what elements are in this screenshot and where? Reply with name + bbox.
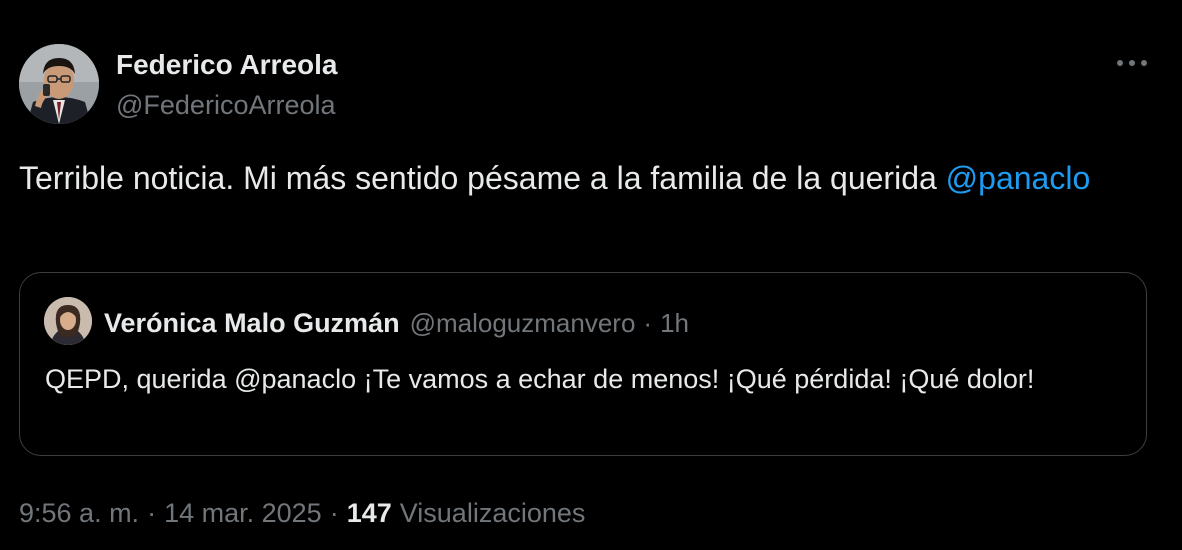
author-avatar[interactable] xyxy=(19,44,99,124)
meta-separator-2: · xyxy=(329,497,339,528)
quoted-author-avatar[interactable] xyxy=(44,297,92,345)
tweet-meta: 9:56 a. m. · 14 mar. 2025 · 147 Visualiz… xyxy=(19,495,585,531)
quoted-text: QEPD, querida @panaclo ¡Te vamos a echar… xyxy=(45,364,1035,394)
author-handle[interactable]: @FedericoArreola xyxy=(116,87,336,123)
quoted-header: Verónica Malo Guzmán @maloguzmanvero · 1… xyxy=(104,305,689,341)
tweet: Federico Arreola @FedericoArreola Terrib… xyxy=(0,0,1182,550)
meta-separator: · xyxy=(147,497,157,528)
quoted-author-handle[interactable]: @maloguzmanvero xyxy=(410,308,636,339)
quoted-timestamp[interactable]: 1h xyxy=(660,308,689,339)
tweet-date[interactable]: 14 mar. 2025 xyxy=(164,498,322,529)
tweet-mention-link[interactable]: @panaclo xyxy=(946,160,1091,196)
quoted-author-name[interactable]: Verónica Malo Guzmán xyxy=(104,308,400,339)
quoted-tweet[interactable]: Verónica Malo Guzmán @maloguzmanvero · 1… xyxy=(19,272,1147,456)
more-button[interactable] xyxy=(1110,48,1154,78)
tweet-text: Terrible noticia. Mi más sentido pésame … xyxy=(19,154,1149,202)
quoted-separator: · xyxy=(643,307,653,338)
more-horizontal-icon xyxy=(1117,60,1147,66)
views-count[interactable]: 147 xyxy=(347,498,392,529)
author-avatar-image xyxy=(19,44,99,124)
quoted-author-avatar-image xyxy=(44,297,92,345)
author-name[interactable]: Federico Arreola xyxy=(116,47,337,83)
views-label[interactable]: Visualizaciones xyxy=(400,498,586,529)
tweet-time[interactable]: 9:56 a. m. xyxy=(19,498,139,529)
tweet-text-body: Terrible noticia. Mi más sentido pésame … xyxy=(19,160,946,196)
